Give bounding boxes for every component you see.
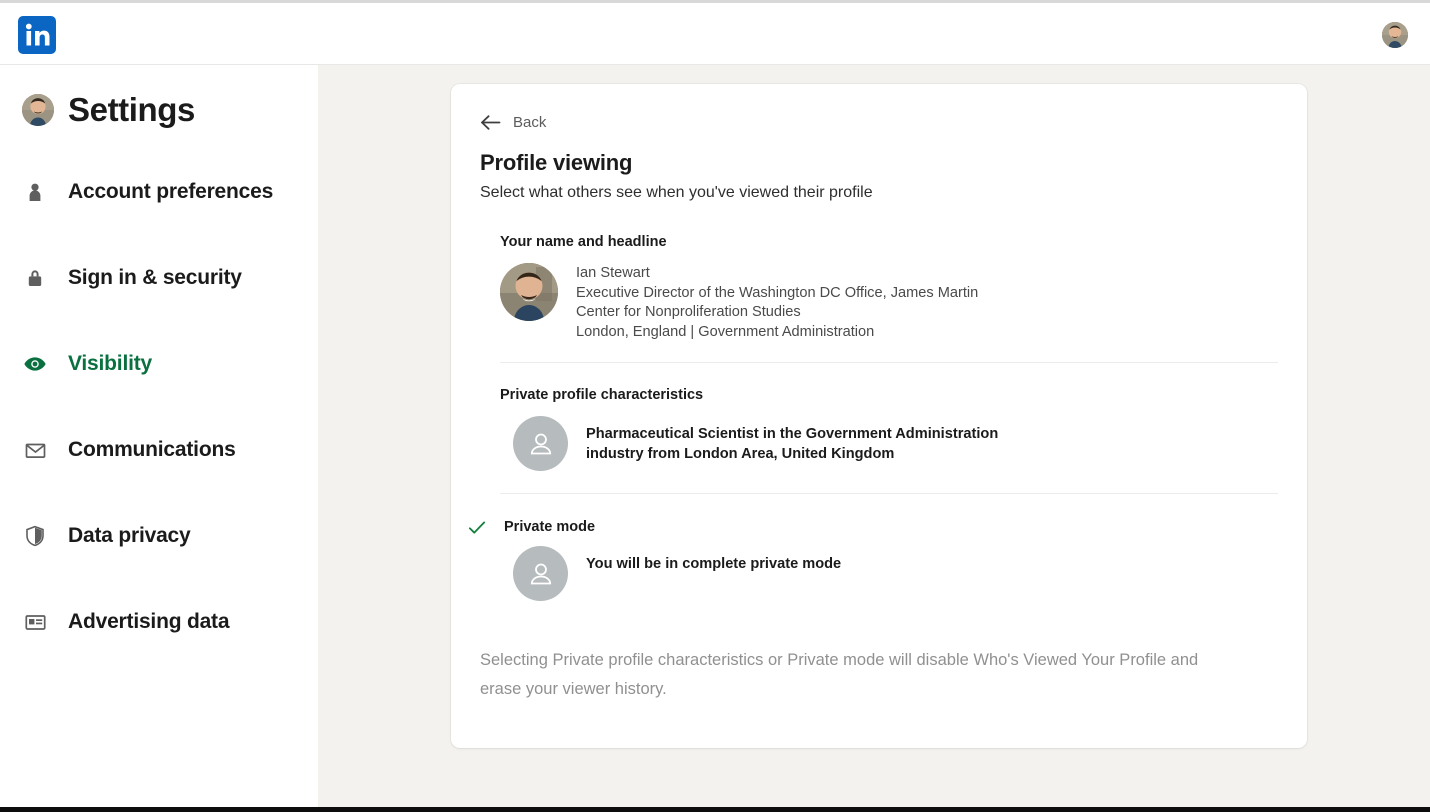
shield-icon	[22, 523, 48, 549]
sidebar-item-advertising-data[interactable]: Advertising data	[0, 603, 318, 641]
option-label: Private profile characteristics	[500, 387, 704, 403]
profile-viewing-options: Your name and headline Ian Stewart Execu…	[451, 234, 1307, 601]
identity-line: London, England | Government Administrat…	[576, 323, 875, 340]
sidebar-item-label: Visibility	[68, 352, 152, 375]
anonymous-avatar-icon	[513, 416, 568, 471]
settings-header: Settings	[0, 91, 318, 129]
option-header: Private mode	[468, 519, 1278, 535]
option-description-line: You will be in complete private mode	[586, 556, 842, 572]
settings-avatar	[22, 94, 54, 126]
browser-bottom-edge	[0, 807, 1430, 812]
sidebar-item-label: Advertising data	[68, 610, 230, 633]
profile-viewing-card: Back Profile viewing Select what others …	[451, 84, 1307, 748]
option-body: Ian Stewart Executive Director of the Wa…	[500, 263, 1278, 342]
option-label: Private mode	[504, 519, 596, 535]
back-button[interactable]: Back	[451, 84, 546, 131]
sidebar-item-label: Sign in & security	[68, 266, 242, 289]
sidebar-item-label: Account preferences	[68, 180, 274, 203]
check-icon	[468, 519, 486, 537]
identity-block: Pharmaceutical Scientist in the Governme…	[586, 416, 998, 464]
sidebar-item-sign-in-security[interactable]: Sign in & security	[0, 259, 318, 297]
identity-block: You will be in complete private mode	[586, 546, 841, 575]
eye-icon	[22, 351, 48, 377]
person-icon	[22, 179, 48, 205]
sidebar-nav-list: Account preferences Sign in & security V…	[0, 173, 318, 641]
profile-photo-avatar	[500, 263, 558, 321]
anonymous-avatar-icon	[513, 546, 568, 601]
sidebar-item-data-privacy[interactable]: Data privacy	[0, 517, 318, 555]
sidebar-item-visibility[interactable]: Visibility	[0, 345, 318, 383]
identity-block: Ian Stewart Executive Director of the Wa…	[576, 263, 978, 342]
arrow-left-icon	[480, 114, 501, 131]
card-subtitle: Select what others see when you've viewe…	[480, 184, 873, 201]
option-body: You will be in complete private mode	[500, 546, 1278, 601]
card-title: Profile viewing	[480, 150, 633, 175]
envelope-icon	[22, 437, 48, 463]
identity-line: Ian Stewart	[576, 265, 650, 281]
sidebar-item-account-preferences[interactable]: Account preferences	[0, 173, 318, 211]
page-title: Settings	[68, 91, 195, 128]
option-description-line: Pharmaceutical Scientist in the Governme…	[586, 426, 999, 442]
option-body: Pharmaceutical Scientist in the Governme…	[500, 416, 1278, 471]
sidebar-item-label: Communications	[68, 438, 236, 461]
identity-line: Executive Director of the Washington DC …	[576, 284, 979, 301]
option-header: Private profile characteristics	[500, 387, 1278, 403]
card-icon	[22, 609, 48, 635]
identity-line: Center for Nonproliferation Studies	[576, 304, 801, 320]
main-content-area: Back Profile viewing Select what others …	[318, 65, 1430, 807]
card-footer-note: Selecting Private profile characteristic…	[480, 651, 1199, 698]
settings-sidebar: Settings Account preferences Sign in & s…	[0, 65, 318, 807]
linkedin-logo[interactable]	[18, 16, 56, 54]
sidebar-item-label: Data privacy	[68, 524, 191, 547]
option-private-mode[interactable]: Private mode You will be in complete pri…	[451, 494, 1307, 601]
global-navigation-bar	[0, 3, 1430, 65]
option-label: Your name and headline	[500, 234, 667, 250]
back-label: Back	[513, 114, 547, 131]
option-private-profile-characteristics[interactable]: Private profile characteristics Pharmace…	[451, 363, 1307, 493]
option-header: Your name and headline	[500, 234, 1278, 250]
sidebar-item-communications[interactable]: Communications	[0, 431, 318, 469]
page-body: Settings Account preferences Sign in & s…	[0, 65, 1430, 807]
option-description-line: industry from London Area, United Kingdo…	[586, 445, 895, 462]
nav-profile-avatar[interactable]	[1382, 22, 1408, 48]
option-your-name-and-headline[interactable]: Your name and headline Ian Stewart Execu…	[451, 234, 1307, 362]
lock-icon	[22, 265, 48, 291]
